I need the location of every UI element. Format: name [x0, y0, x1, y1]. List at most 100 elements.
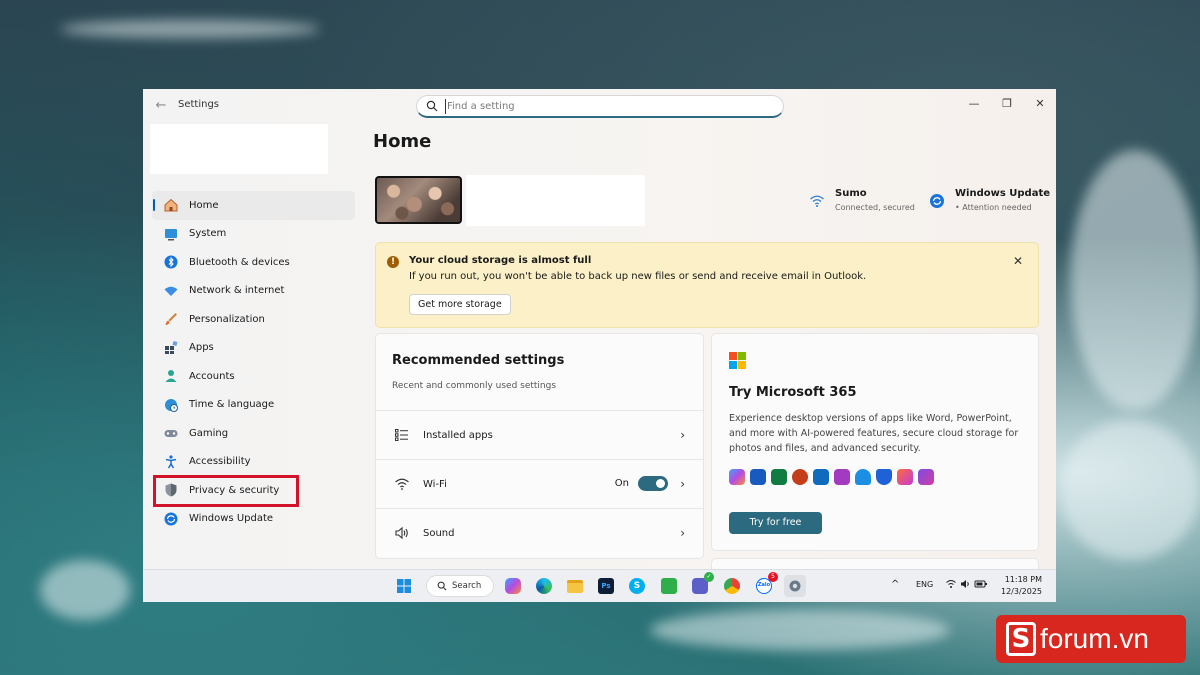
search-icon	[437, 581, 447, 591]
sidebar-item-windows-update[interactable]: Windows Update	[152, 505, 355, 534]
chat-app-taskbar-button[interactable]	[658, 575, 680, 597]
recommended-subtitle: Recent and commonly used settings	[392, 381, 557, 391]
close-icon[interactable]: ✕	[1010, 253, 1026, 269]
update-icon	[930, 194, 944, 208]
windows-update-status[interactable]: Windows Update • Attention needed	[929, 188, 1050, 212]
photoshop-icon: Ps	[598, 578, 614, 594]
wifi-toggle[interactable]	[638, 476, 668, 491]
sidebar-item-bluetooth[interactable]: Bluetooth & devices	[152, 248, 355, 277]
defender-icon	[876, 469, 892, 485]
sidebar-item-label: Time & language	[189, 399, 275, 411]
wave-foam	[1060, 420, 1200, 560]
chevron-right-icon: ›	[680, 477, 685, 491]
taskbar-search-label: Search	[452, 581, 482, 591]
row-label: Installed apps	[423, 429, 493, 441]
wallpaper-thumbnail[interactable]	[375, 176, 462, 224]
sidebar-item-label: Network & internet	[189, 285, 285, 297]
onedrive-icon	[855, 469, 871, 485]
chrome-taskbar-button[interactable]	[721, 575, 743, 597]
home-icon	[163, 197, 179, 213]
update-icon	[163, 511, 179, 527]
wifi-row[interactable]: Wi-Fi On ›	[376, 459, 703, 508]
gamepad-icon	[163, 425, 179, 441]
windows-logo-icon	[397, 579, 411, 593]
online-badge-icon: ✓	[704, 572, 714, 582]
storage-warning-banner: ! Your cloud storage is almost full If y…	[375, 242, 1039, 328]
wifi-icon	[394, 476, 410, 492]
installed-apps-row[interactable]: Installed apps ›	[376, 410, 703, 459]
edge-taskbar-button[interactable]	[533, 575, 555, 597]
copilot-taskbar-button[interactable]	[502, 575, 524, 597]
sidebar-item-label: Home	[189, 199, 219, 211]
excel-icon	[771, 469, 787, 485]
close-button[interactable]: ✕	[1025, 94, 1055, 114]
powerpoint-icon	[792, 469, 808, 485]
microsoft-365-card: Try Microsoft 365 Experience desktop ver…	[711, 333, 1039, 551]
sidebar-item-gaming[interactable]: Gaming	[152, 419, 355, 448]
sidebar-item-personalization[interactable]: Personalization	[152, 305, 355, 334]
settings-taskbar-button[interactable]	[784, 575, 806, 597]
maximize-button[interactable]: ❐	[992, 94, 1022, 114]
sforum-logo-letter: S	[1006, 622, 1036, 656]
photoshop-taskbar-button[interactable]: Ps	[595, 575, 617, 597]
sidebar-item-time-language[interactable]: Time & language	[152, 391, 355, 420]
language-indicator[interactable]: ENG	[916, 580, 933, 589]
designer-icon	[897, 469, 913, 485]
outlook-icon	[813, 469, 829, 485]
gear-icon	[789, 580, 801, 592]
sforum-watermark-logo: S forum.vn	[996, 615, 1186, 663]
file-explorer-taskbar-button[interactable]	[564, 575, 586, 597]
start-button[interactable]	[393, 575, 415, 597]
microsoft-365-title: Try Microsoft 365	[729, 385, 857, 400]
onenote-icon	[834, 469, 850, 485]
chevron-up-icon[interactable]: ^	[891, 579, 899, 590]
wifi-status[interactable]: Sumo Connected, secured	[809, 188, 915, 212]
wave-foam	[60, 20, 320, 38]
wifi-icon	[810, 195, 824, 207]
try-for-free-button[interactable]: Try for free	[729, 512, 822, 534]
clock-time: 11:18 PM	[1004, 575, 1043, 584]
sidebar-item-label: Bluetooth & devices	[189, 256, 290, 268]
row-label: Sound	[423, 527, 455, 539]
settings-window: ← Settings — ❐ ✕ Home System Bluetooth &…	[143, 89, 1056, 569]
globe-clock-icon	[163, 397, 179, 413]
speaker-icon	[394, 525, 410, 541]
highlight-annotation	[153, 475, 299, 507]
clock-date: 12/3/2025	[1001, 587, 1043, 596]
banner-text: If you run out, you won't be able to bac…	[409, 271, 867, 282]
sidebar-item-accessibility[interactable]: Accessibility	[152, 448, 355, 477]
sidebar-item-label: Gaming	[189, 427, 229, 439]
brush-icon	[163, 311, 179, 327]
settings-search-box[interactable]	[416, 95, 784, 118]
notification-badge: 5	[768, 572, 778, 582]
copilot-icon	[505, 578, 521, 594]
system-clock[interactable]: 11:18 PM 12/3/2025	[1001, 574, 1042, 598]
sidebar-item-home[interactable]: Home	[152, 191, 355, 220]
sidebar-item-accounts[interactable]: Accounts	[152, 362, 355, 391]
taskbar-search[interactable]: Search	[426, 575, 494, 597]
tray-status-icons[interactable]	[946, 578, 988, 592]
sidebar-item-apps[interactable]: Apps	[152, 334, 355, 363]
microsoft-logo-icon	[729, 352, 746, 369]
wifi-state: Connected, secured	[835, 203, 915, 212]
get-more-storage-button[interactable]: Get more storage	[409, 294, 511, 315]
word-icon	[750, 469, 766, 485]
windows-update-state-text: Attention needed	[962, 203, 1032, 212]
sound-row[interactable]: Sound ›	[376, 508, 703, 557]
search-input[interactable]	[445, 99, 765, 114]
minimize-button[interactable]: —	[959, 94, 989, 114]
sidebar-item-label: Personalization	[189, 313, 265, 325]
wave-foam	[1070, 150, 1200, 410]
sidebar-item-system[interactable]: System	[152, 220, 355, 249]
back-arrow-icon[interactable]: ←	[153, 98, 169, 114]
zalo-taskbar-button[interactable]: Zalo 5	[753, 572, 778, 597]
apps-icon	[163, 340, 179, 356]
office-apps-row	[729, 469, 934, 485]
teams-taskbar-button[interactable]: ✓	[689, 572, 714, 597]
clipchamp-icon	[918, 469, 934, 485]
sidebar-item-network[interactable]: Network & internet	[152, 277, 355, 306]
wifi-name: Sumo	[835, 188, 867, 199]
skype-taskbar-button[interactable]: S	[626, 575, 648, 597]
list-icon	[394, 427, 410, 443]
profile-area[interactable]	[150, 124, 328, 174]
